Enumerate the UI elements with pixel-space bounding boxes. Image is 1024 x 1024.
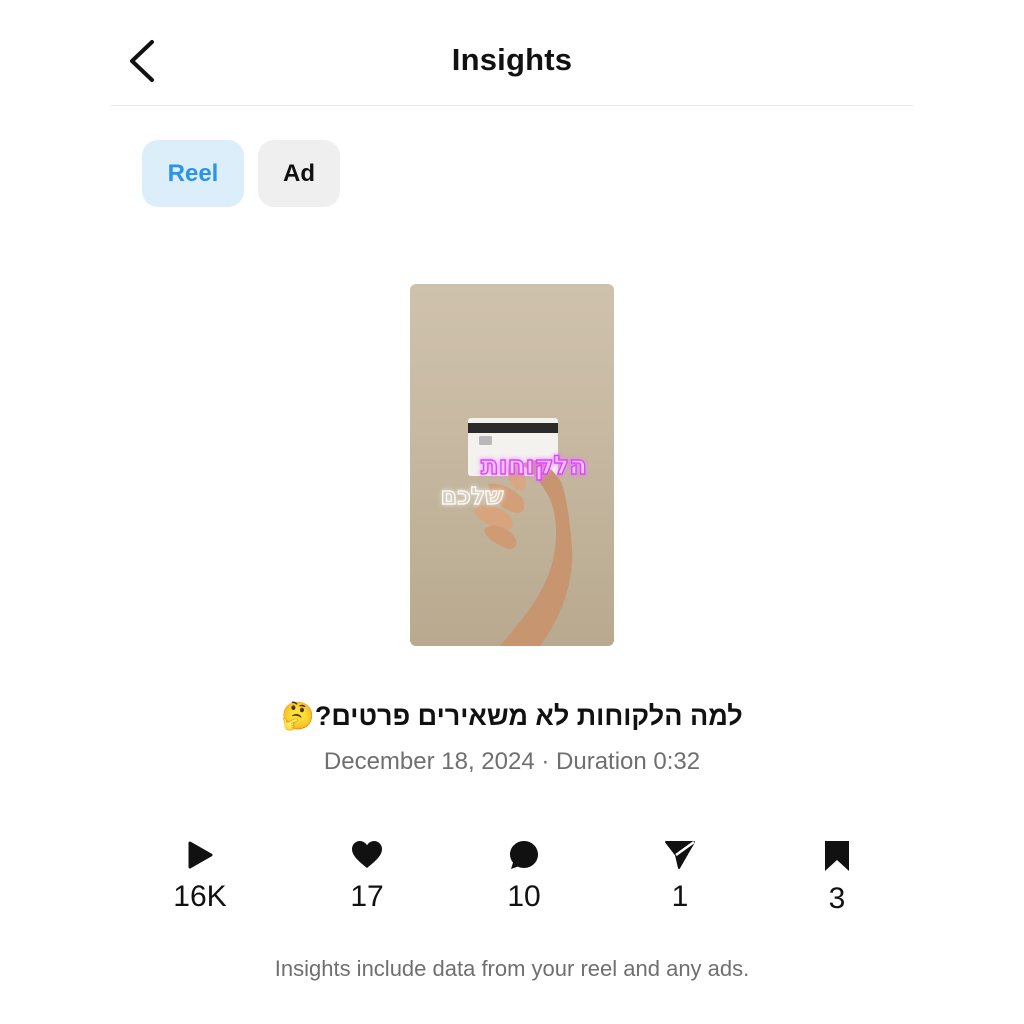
comment-icon [510, 841, 538, 869]
page-title: Insights [451, 42, 573, 77]
tab-reel[interactable]: Reel [142, 140, 244, 207]
header: Insights [110, 0, 914, 106]
thumbnail-overlay-line2: שלכם [440, 482, 503, 510]
heart-icon [352, 841, 382, 868]
stat-saves: 3 [777, 840, 897, 916]
reel-thumbnail[interactable]: הלקוחות שלכם [410, 284, 614, 646]
tab-bar: Reel Ad [142, 140, 340, 207]
reel-caption: למה הלקוחות לא משאירים פרטים?🤔 [281, 701, 743, 731]
reel-thumbnail-image: הלקוחות שלכם [410, 284, 614, 646]
stat-comments: 10 [464, 840, 584, 914]
play-icon [188, 841, 213, 869]
reel-meta: December 18, 2024 · Duration 0:32 [323, 748, 701, 775]
tab-ad[interactable]: Ad [258, 140, 340, 207]
stat-value: 1 [671, 880, 689, 913]
thumbnail-overlay-line1: הלקוחות [481, 451, 587, 481]
stat-value: 10 [507, 880, 541, 913]
stat-plays: 16K [140, 840, 260, 914]
insights-footnote: Insights include data from your reel and… [274, 956, 750, 981]
stat-likes: 17 [307, 840, 427, 914]
stat-value: 16K [173, 880, 227, 913]
stat-shares: 1 [620, 840, 740, 914]
bookmark-icon [825, 841, 849, 871]
stat-value: 17 [350, 880, 384, 913]
share-icon [665, 840, 695, 869]
stat-value: 3 [828, 882, 846, 915]
